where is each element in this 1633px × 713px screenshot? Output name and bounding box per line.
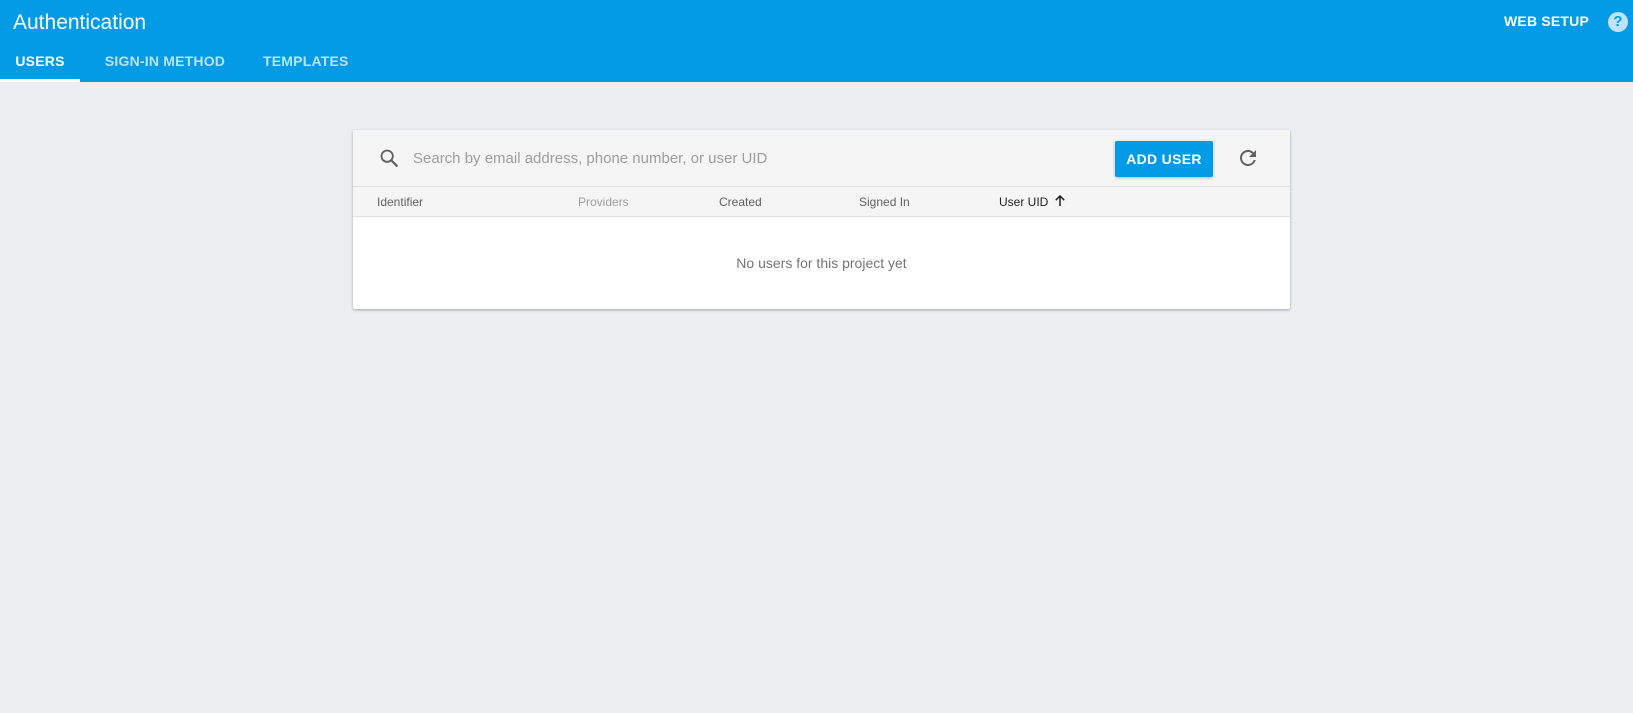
column-signed-in[interactable]: Signed In <box>859 194 910 210</box>
arrow-up-icon <box>1055 195 1066 206</box>
app-bar: Authentication WEB SETUP ? USERS SIGN-IN… <box>0 0 1633 82</box>
column-user-uid-label: User UID <box>999 195 1049 209</box>
users-card: ADD USER Identifier Providers Created Si… <box>353 130 1290 309</box>
search-icon <box>380 149 398 167</box>
column-providers: Providers <box>578 195 629 209</box>
add-user-button[interactable]: ADD USER <box>1115 141 1213 177</box>
users-toolbar: ADD USER <box>353 130 1290 186</box>
web-setup-button[interactable]: WEB SETUP <box>1504 12 1589 30</box>
empty-state-message: No users for this project yet <box>736 255 907 271</box>
column-created[interactable]: Created <box>719 194 762 210</box>
tab-templates-label: TEMPLATES <box>263 53 349 69</box>
help-icon[interactable]: ? <box>1608 12 1628 32</box>
tab-sign-in-method[interactable]: SIGN-IN METHOD <box>104 48 226 82</box>
tab-users-label: USERS <box>15 53 65 69</box>
active-tab-indicator <box>0 79 80 82</box>
users-table-header: Identifier Providers Created Signed In U… <box>353 186 1290 217</box>
search-input[interactable] <box>413 144 1033 172</box>
column-identifier[interactable]: Identifier <box>377 194 423 210</box>
tab-sign-in-method-label: SIGN-IN METHOD <box>104 53 226 69</box>
refresh-icon[interactable] <box>1236 146 1260 170</box>
page-title: Authentication <box>13 11 147 34</box>
tab-users[interactable]: USERS <box>0 48 80 82</box>
tab-templates[interactable]: TEMPLATES <box>263 48 348 82</box>
column-user-uid[interactable]: User UID <box>999 194 1066 210</box>
